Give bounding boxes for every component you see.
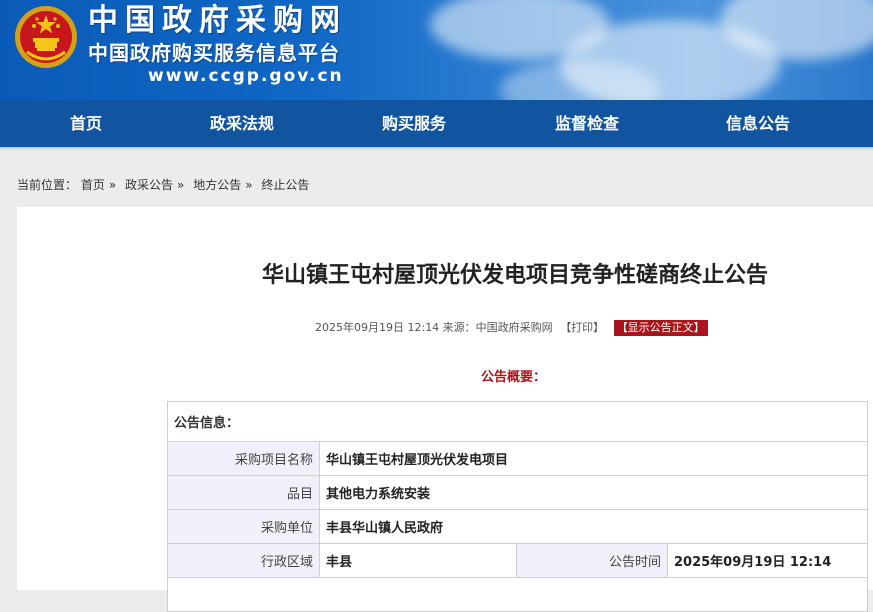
nav-item-regulations[interactable]: 政采法规: [182, 100, 302, 147]
national-emblem-icon: [15, 6, 77, 68]
breadcrumb-separator: »: [177, 178, 185, 192]
main-nav: 首页 政采法规 购买服务 监督检查 信息公告: [0, 100, 873, 147]
field-label: 行政区域: [167, 543, 320, 578]
table-next-row: [166, 577, 869, 612]
nav-item-announcements[interactable]: 信息公告: [698, 100, 818, 147]
field-label: 采购单位: [167, 509, 320, 544]
field-label: 品目: [167, 475, 320, 510]
site-banner: 中国政府采购网 中国政府购买服务信息平台 www.ccgp.gov.cn: [0, 0, 873, 100]
breadcrumb: 当前位置： 首页» 政采公告» 地方公告» 终止公告: [17, 176, 309, 194]
breadcrumb-separator: »: [245, 178, 253, 192]
summary-heading: 公告概要：: [481, 370, 547, 385]
table-row: 行政区域 丰县 公告时间 2025年09月19日 12:14: [167, 543, 869, 578]
breadcrumb-link-local-notices[interactable]: 地方公告: [193, 178, 241, 192]
field-label: 公告时间: [516, 543, 668, 578]
notice-meta: 2025年09月19日 12:14 来源：中国政府采购网 【打印】 【显示公告正…: [315, 319, 708, 337]
info-section-title: 公告信息：: [166, 401, 869, 442]
project-name-value: 华山镇王屯村屋顶光伏发电项目: [318, 441, 869, 476]
nav-item-supervision[interactable]: 监督检查: [527, 100, 647, 147]
table-row: 品目 其他电力系统安装: [167, 475, 869, 510]
breadcrumb-link-procurement-notices[interactable]: 政采公告: [125, 178, 173, 192]
breadcrumb-prefix: 当前位置：: [17, 178, 78, 192]
site-title: 中国政府采购网: [88, 3, 347, 38]
purchaser-value: 丰县华山镇人民政府: [318, 509, 869, 544]
nav-item-purchase-services[interactable]: 购买服务: [354, 100, 474, 147]
show-full-text-button[interactable]: 【显示公告正文】: [613, 320, 708, 336]
table-row: [166, 577, 869, 612]
field-label: 采购项目名称: [167, 441, 320, 476]
region-value: 丰县: [319, 543, 517, 578]
table-row: 公告信息：: [166, 401, 869, 442]
notice-title: 华山镇王屯村屋顶光伏发电项目竞争性磋商终止公告: [261, 263, 768, 288]
site-subtitle: 中国政府购买服务信息平台: [88, 41, 340, 65]
breadcrumb-link-home[interactable]: 首页: [81, 178, 105, 192]
notice-date-source: 2025年09月19日 12:14 来源：中国政府采购网: [315, 321, 553, 334]
table-row: 采购项目名称 华山镇王屯村屋顶光伏发电项目: [167, 441, 869, 476]
content-panel: 华山镇王屯村屋顶光伏发电项目竞争性磋商终止公告 2025年09月19日 12:1…: [17, 207, 873, 612]
notice-time-value: 2025年09月19日 12:14: [666, 543, 869, 578]
nav-item-home[interactable]: 首页: [26, 100, 146, 147]
site-url: www.ccgp.gov.cn: [148, 66, 344, 86]
notice-info-table: 公告信息： 采购项目名称 华山镇王屯村屋顶光伏发电项目 品目 其他电力系统安装 …: [166, 401, 869, 612]
breadcrumb-separator: »: [108, 178, 117, 192]
breadcrumb-link-termination-notices[interactable]: 终止公告: [261, 178, 309, 192]
print-link[interactable]: 【打印】: [560, 321, 604, 334]
nav-shadow: [0, 147, 873, 151]
table-row: 采购单位 丰县华山镇人民政府: [167, 509, 869, 544]
item-category-value: 其他电力系统安装: [318, 475, 869, 510]
